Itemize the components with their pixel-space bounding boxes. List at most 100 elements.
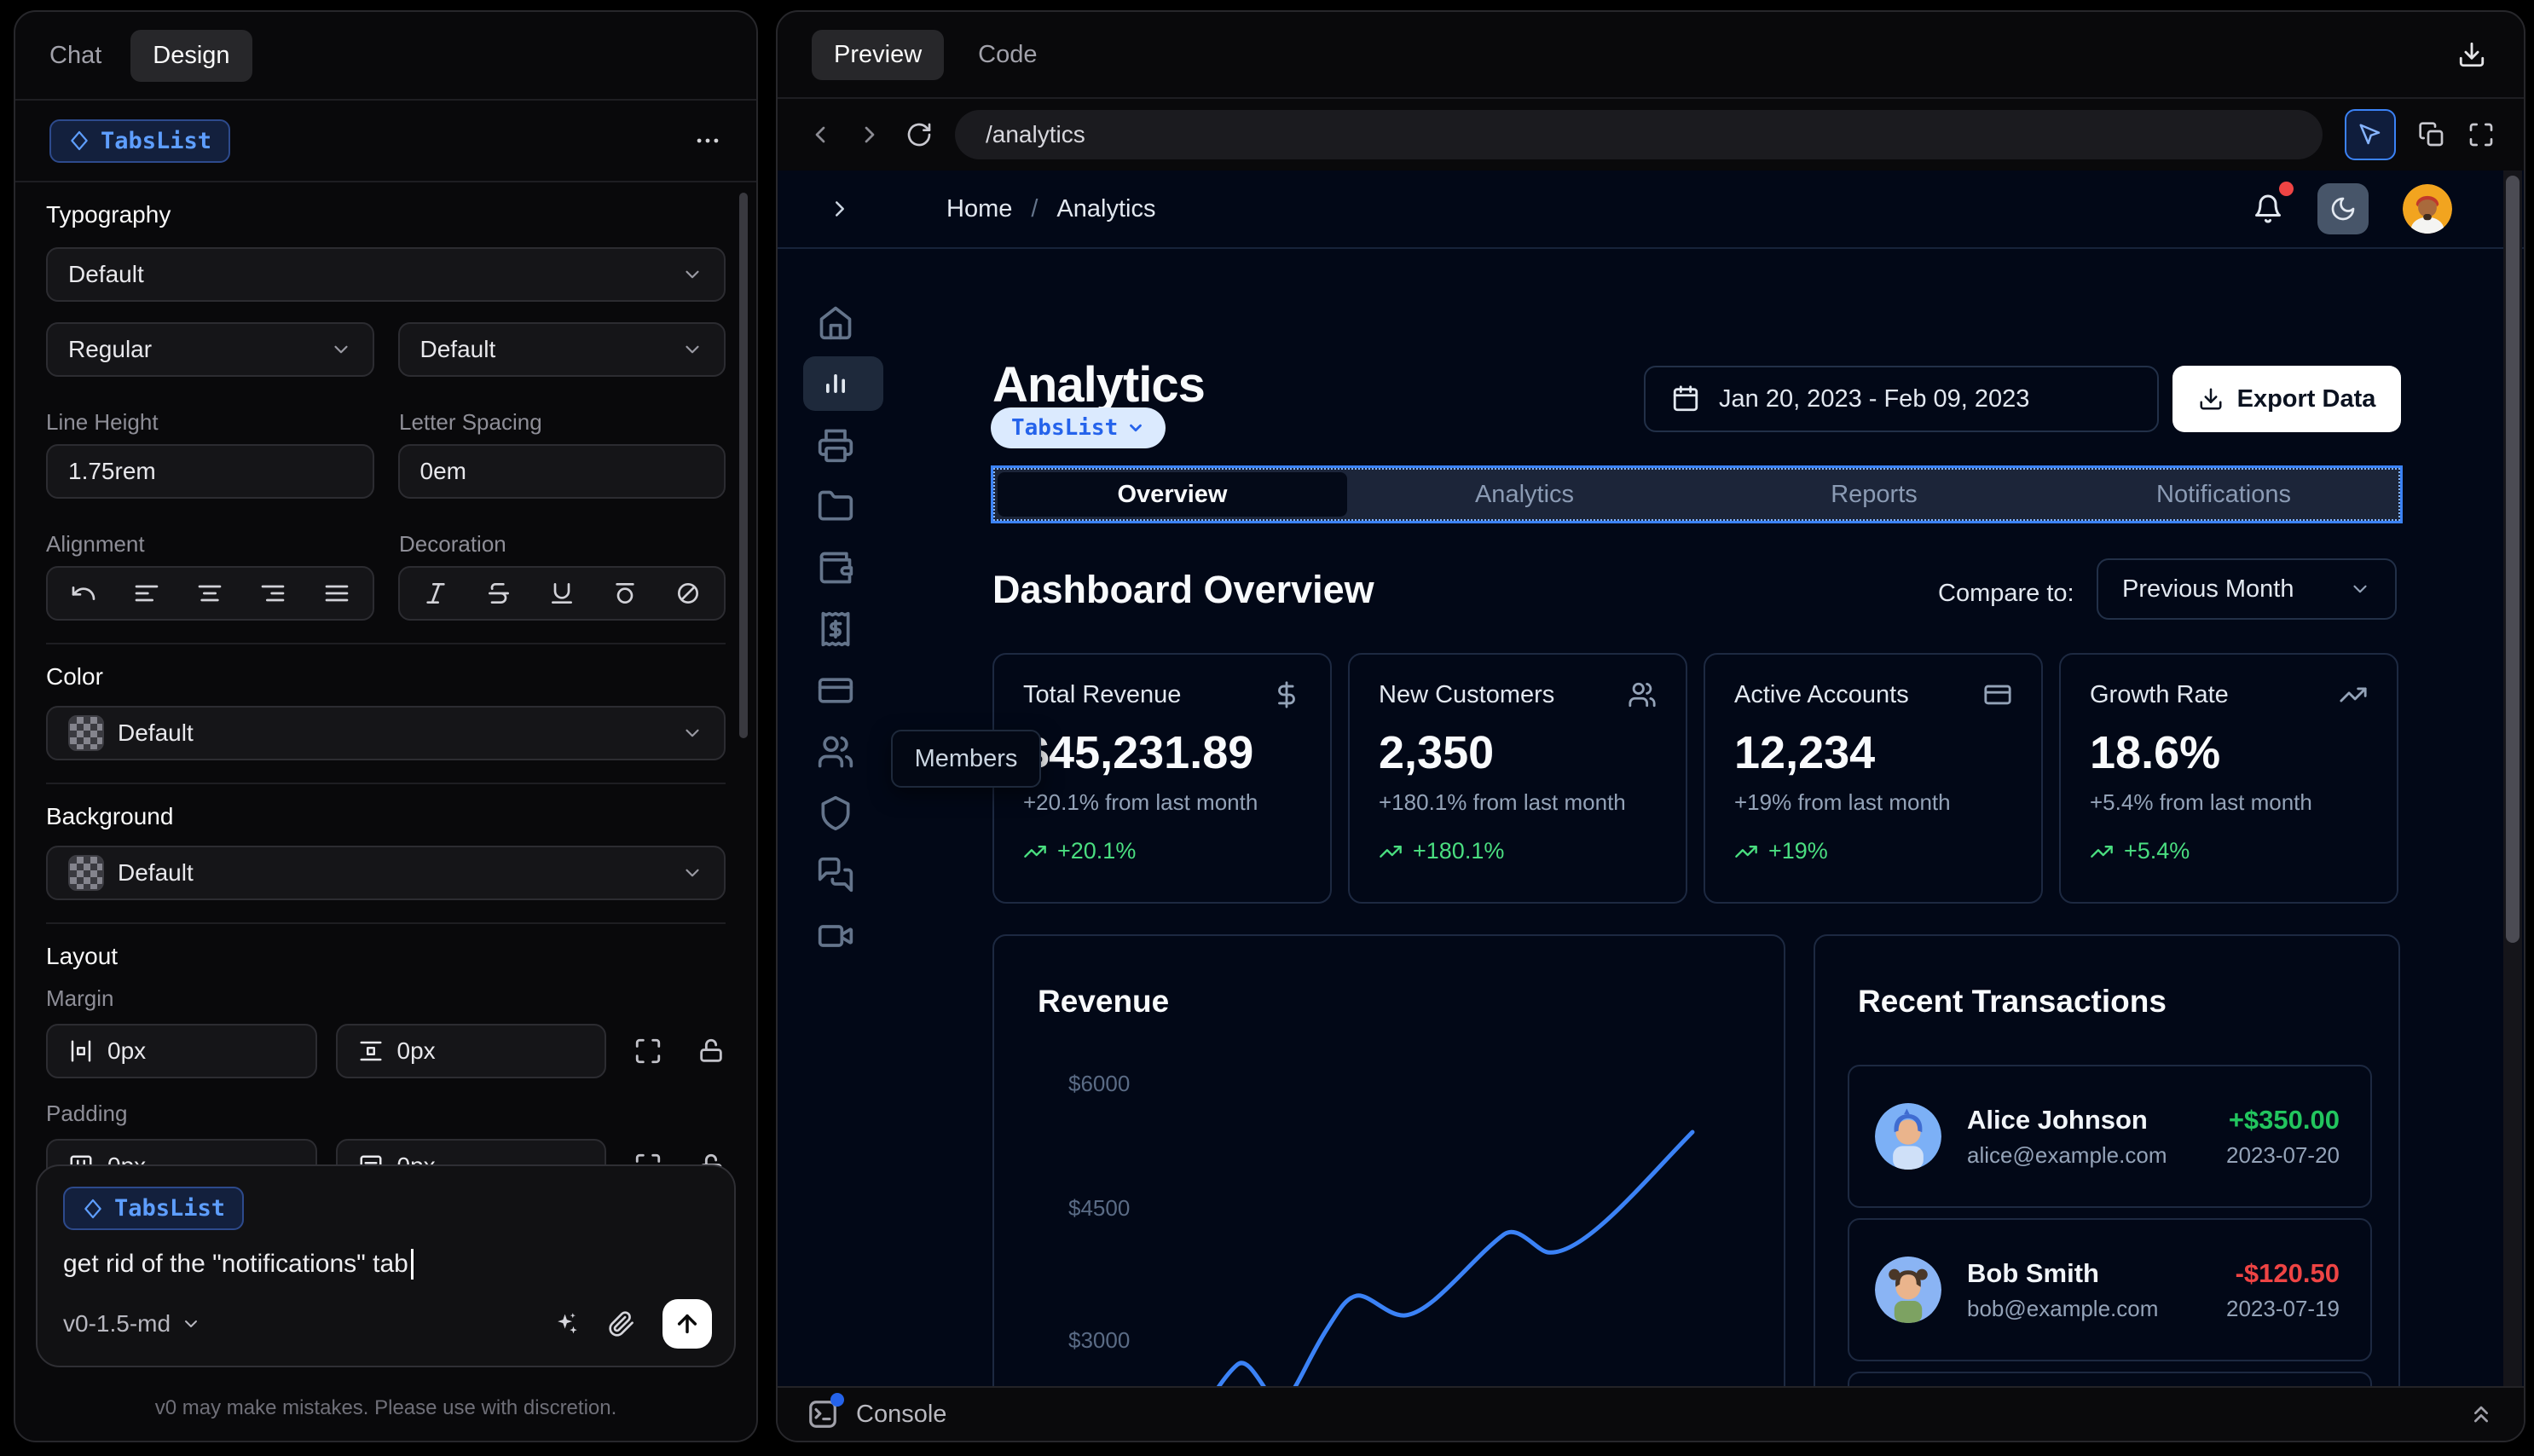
- send-button[interactable]: [662, 1299, 712, 1349]
- tab-analytics[interactable]: Analytics: [1350, 470, 1699, 519]
- download-button[interactable]: [2457, 40, 2486, 69]
- user-avatar[interactable]: [2403, 184, 2452, 234]
- fullscreen-button[interactable]: [2467, 121, 2495, 148]
- compare-to-select[interactable]: Previous Month: [2097, 558, 2397, 620]
- section-title: Dashboard Overview: [992, 568, 1374, 611]
- chat-composer[interactable]: TabsList get rid of the "notifications" …: [36, 1164, 736, 1367]
- reset-alignment-button[interactable]: [70, 580, 97, 607]
- stat-delta-value: +5.4%: [2124, 838, 2190, 864]
- tab-reports[interactable]: Reports: [1699, 470, 2049, 519]
- tabslist-component-chip[interactable]: TabsList: [991, 407, 1166, 448]
- left-panel-scrollbar[interactable]: [739, 193, 748, 738]
- transaction-date: 2023-07-20: [2226, 1141, 2340, 1168]
- font-size-select[interactable]: Default: [397, 322, 726, 377]
- composer-component-chip[interactable]: TabsList: [63, 1187, 245, 1230]
- underline-button[interactable]: [548, 580, 576, 607]
- sidebar-receipt-icon[interactable]: [817, 610, 854, 648]
- inspect-cursor-button[interactable]: [2345, 109, 2396, 160]
- sidebar-toggle-chevron[interactable]: [827, 196, 853, 222]
- chevron-down-icon: [185, 1320, 198, 1327]
- sidebar-members-icon[interactable]: [817, 733, 854, 771]
- sidebar-analytics-icon[interactable]: [817, 365, 854, 402]
- selected-component-chip[interactable]: TabsList: [49, 118, 231, 163]
- margin-y-input[interactable]: 0px: [335, 1024, 606, 1078]
- color-select[interactable]: Default: [46, 706, 726, 760]
- margin-expand-button[interactable]: [634, 1037, 662, 1066]
- url-bar[interactable]: /analytics: [955, 110, 2323, 159]
- stat-card-total-revenue: Total Revenue $45,231.89 +20.1% from las…: [992, 653, 1332, 904]
- font-weight-select[interactable]: Regular: [46, 322, 374, 377]
- sidebar-credit-card-icon[interactable]: [817, 672, 854, 709]
- trending-up-icon: [2091, 845, 2113, 858]
- sidebar-shield-icon[interactable]: [817, 794, 854, 832]
- margin-x-input[interactable]: 0px: [46, 1024, 317, 1078]
- stat-delta-value: +180.1%: [1413, 838, 1505, 864]
- breadcrumb-home[interactable]: Home: [946, 195, 1012, 223]
- transaction-date: 2023-07-19: [2226, 1295, 2340, 1321]
- font-family-select[interactable]: Default: [46, 247, 726, 302]
- refresh-button[interactable]: [905, 121, 933, 148]
- tab-preview[interactable]: Preview: [812, 29, 945, 80]
- tab-chat[interactable]: Chat: [49, 42, 101, 70]
- attach-paperclip-button[interactable]: [608, 1310, 635, 1338]
- members-tooltip-text: Members: [914, 744, 1018, 772]
- stat-subtext: +20.1% from last month: [1023, 789, 1258, 815]
- sidebar-printer-icon[interactable]: [817, 426, 854, 464]
- letter-spacing-value: 0em: [419, 458, 466, 484]
- stat-delta-value: +19%: [1768, 838, 1828, 864]
- transaction-row[interactable]: [1848, 1372, 2372, 1386]
- avatar: [1875, 1103, 1941, 1170]
- console-bar[interactable]: Console: [778, 1386, 2524, 1441]
- preview-scrollbar-thumb[interactable]: [2506, 176, 2520, 943]
- calendar-icon: [1673, 385, 1698, 412]
- dollar-icon: [1272, 680, 1301, 709]
- model-select[interactable]: v0-1.5-md: [63, 1310, 201, 1338]
- overline-button[interactable]: [611, 580, 639, 607]
- sidebar-wallet-icon[interactable]: [817, 549, 854, 586]
- enhance-sparkles-button[interactable]: [552, 1309, 581, 1338]
- back-button[interactable]: [807, 121, 834, 148]
- export-data-label: Export Data: [2236, 384, 2376, 413]
- strikethrough-button[interactable]: [485, 580, 512, 607]
- sidebar-folder-icon[interactable]: [817, 488, 854, 525]
- transaction-row[interactable]: Alice Johnson alice@example.com +$350.00…: [1848, 1065, 2372, 1208]
- transaction-row[interactable]: Bob Smith bob@example.com -$120.50 2023-…: [1848, 1218, 2372, 1361]
- alignment-label: Alignment: [46, 531, 145, 557]
- forward-button[interactable]: [856, 121, 883, 148]
- composer-input[interactable]: get rid of the "notifications" tab: [63, 1249, 709, 1280]
- console-expand-button[interactable]: [2467, 1401, 2495, 1428]
- copy-button[interactable]: [2418, 121, 2445, 148]
- stat-title: Growth Rate: [2090, 680, 2229, 708]
- decoration-label: Decoration: [399, 531, 506, 557]
- model-name: v0-1.5-md: [63, 1310, 171, 1337]
- color-swatch-icon: [68, 715, 104, 751]
- align-right-button[interactable]: [259, 580, 286, 607]
- margin-vertical-icon: [358, 1038, 384, 1064]
- tab-design[interactable]: Design: [130, 29, 252, 82]
- preview-panel: Preview Code /analytics Home / Analytics: [776, 10, 2525, 1442]
- date-range-picker[interactable]: Jan 20, 2023 - Feb 09, 2023: [1644, 366, 2159, 432]
- tab-overview[interactable]: Overview: [998, 472, 1347, 517]
- tab-notifications[interactable]: Notifications: [2049, 470, 2398, 519]
- sidebar-video-icon[interactable]: [817, 917, 854, 955]
- letter-spacing-input[interactable]: 0em: [397, 444, 726, 499]
- selected-component-row: TabsList: [15, 101, 756, 182]
- no-decoration-button[interactable]: [674, 580, 702, 607]
- line-height-input[interactable]: 1.75rem: [46, 444, 374, 499]
- align-justify-button[interactable]: [323, 580, 350, 607]
- tab-code[interactable]: Code: [978, 41, 1037, 69]
- export-data-button[interactable]: Export Data: [2172, 366, 2401, 432]
- more-options-button[interactable]: [693, 126, 722, 155]
- sidebar-messages-icon[interactable]: [817, 856, 854, 893]
- align-left-button[interactable]: [133, 580, 160, 607]
- background-select[interactable]: Default: [46, 846, 726, 900]
- sidebar-home-icon[interactable]: [817, 303, 854, 341]
- notifications-bell-button[interactable]: [2253, 182, 2294, 224]
- dark-mode-toggle[interactable]: [2317, 183, 2369, 234]
- margin-lock-icon[interactable]: [697, 1037, 726, 1066]
- font-size-value: Default: [419, 336, 496, 362]
- users-icon: [1628, 680, 1657, 709]
- align-center-button[interactable]: [196, 580, 223, 607]
- italic-button[interactable]: [422, 580, 449, 607]
- padding-label: Padding: [46, 1101, 128, 1126]
